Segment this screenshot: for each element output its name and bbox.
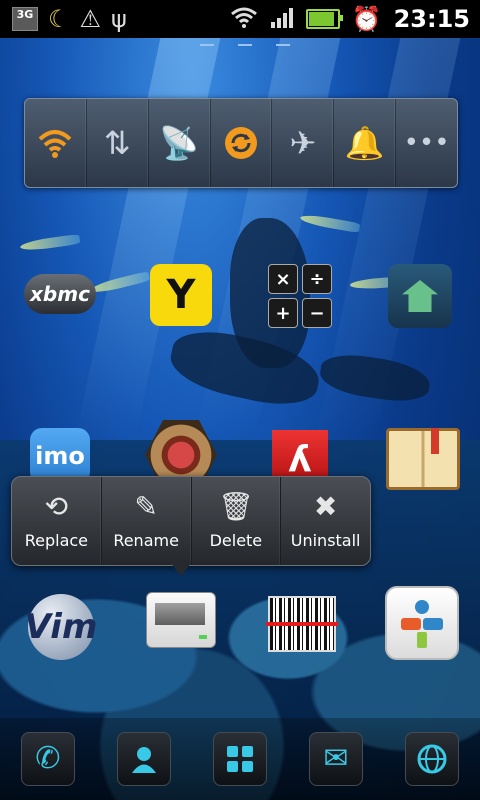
- uninstall-label: Uninstall: [290, 530, 361, 550]
- close-icon: ✖: [313, 489, 338, 523]
- edit-icon: ✎: [134, 489, 158, 523]
- globe-icon: [417, 744, 447, 774]
- house-icon: [402, 280, 438, 312]
- alarm-icon: ⏰: [351, 5, 382, 33]
- wifi-icon: [230, 6, 258, 32]
- status-bar: 3G ☾ ⚠ ψ ⏰ 23:15: [0, 0, 480, 38]
- data-toggle[interactable]: ⇅: [87, 99, 149, 187]
- yellow-pages-app-icon[interactable]: Y: [150, 264, 212, 326]
- calculator-app-icon[interactable]: × ÷ + −: [268, 264, 332, 328]
- signal-icon: [270, 6, 294, 32]
- grid-icon: [227, 746, 253, 772]
- trash-icon: 🗑: [218, 489, 254, 523]
- sync-icon: [225, 127, 257, 159]
- usb-icon: ψ: [111, 5, 127, 33]
- app-installer-icon[interactable]: [388, 264, 452, 328]
- uninstall-button[interactable]: ✖ Uninstall: [281, 477, 370, 565]
- tasker-app-icon[interactable]: [385, 586, 459, 660]
- tasker-logo-part: [401, 618, 421, 630]
- imo-logo-text: imo: [35, 442, 85, 470]
- clock: 23:15: [393, 5, 470, 33]
- vim-app-icon[interactable]: Vim: [25, 594, 97, 660]
- messages-button[interactable]: ✉: [309, 732, 363, 786]
- context-menu-pointer: [170, 562, 192, 576]
- app-drawer-button[interactable]: [213, 732, 267, 786]
- tasker-logo-part: [415, 600, 429, 614]
- storage-app-icon[interactable]: [146, 592, 216, 648]
- plus-key: +: [268, 298, 298, 328]
- replace-icon: ⟲: [44, 489, 69, 523]
- minus-key: −: [302, 298, 332, 328]
- multiply-key: ×: [268, 264, 298, 294]
- data-arrows-icon: ⇅: [103, 124, 131, 162]
- more-icon: •••: [403, 128, 450, 158]
- browser-button[interactable]: [405, 732, 459, 786]
- power-control-widget: ⇅ 📡 ✈ 🔔 •••: [24, 98, 458, 188]
- contacts-icon: [132, 747, 156, 773]
- sync-toggle[interactable]: [211, 99, 273, 187]
- rename-button[interactable]: ✎ Rename: [102, 477, 192, 565]
- airplane-toggle[interactable]: ✈: [272, 99, 335, 187]
- adobe-logo-icon: ʎ: [288, 438, 312, 480]
- wifi-icon: [39, 130, 72, 158]
- page-dot: [200, 44, 214, 46]
- dock: ✆ ✉: [0, 718, 480, 800]
- airplane-icon: ✈: [289, 124, 317, 162]
- barcode-scanner-app-icon[interactable]: [266, 596, 338, 652]
- delete-button[interactable]: 🗑 Delete: [192, 477, 282, 565]
- sound-toggle[interactable]: 🔔: [334, 99, 397, 187]
- satellite-icon: 📡: [159, 124, 200, 162]
- 3g-icon: 3G: [12, 7, 38, 31]
- tasker-logo-part: [417, 632, 427, 648]
- replace-label: Replace: [24, 530, 89, 550]
- divide-key: ÷: [302, 264, 332, 294]
- vim-logo-text: Vim: [24, 607, 98, 647]
- xbmc-app-icon[interactable]: xbmc: [24, 274, 96, 314]
- xbmc-logo-text: xbmc: [30, 282, 90, 306]
- gps-toggle[interactable]: 📡: [149, 99, 211, 187]
- page-dot: [276, 44, 290, 46]
- envelope-icon: ✉: [323, 741, 349, 776]
- ebook-reader-app-icon[interactable]: [386, 428, 460, 490]
- bell-icon: 🔔: [344, 124, 385, 162]
- battery-charging-icon: [305, 9, 343, 29]
- fish: [299, 212, 361, 234]
- replace-button[interactable]: ⟲ Replace: [12, 477, 102, 565]
- icon-context-menu: ⟲ Replace ✎ Rename 🗑 Delete ✖ Uninstall: [11, 476, 371, 566]
- contacts-button[interactable]: [117, 732, 171, 786]
- wifi-toggle[interactable]: [25, 99, 87, 187]
- tasker-logo-part: [423, 618, 443, 630]
- yp-logo-glyph: Y: [166, 272, 196, 318]
- rename-label: Rename: [113, 530, 179, 550]
- page-indicator: [200, 44, 290, 46]
- phone-button[interactable]: ✆: [21, 732, 75, 786]
- moon-icon: ☾: [48, 5, 70, 33]
- more-button[interactable]: •••: [396, 99, 457, 187]
- phone-icon: ✆: [35, 741, 61, 776]
- fish: [19, 233, 81, 253]
- delete-label: Delete: [209, 530, 263, 550]
- warning-icon: ⚠: [79, 5, 102, 33]
- page-dot: [238, 44, 252, 46]
